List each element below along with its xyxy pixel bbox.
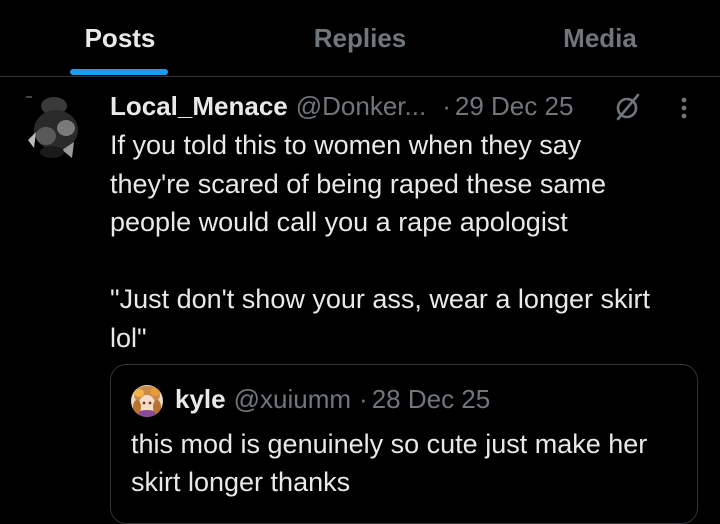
post-line: lol" xyxy=(110,322,147,353)
more-vertical-icon[interactable] xyxy=(676,96,692,124)
quoted-author-handle[interactable]: @xuiumm xyxy=(234,384,351,415)
separator-dot: · xyxy=(442,90,451,121)
quoted-avatar[interactable] xyxy=(131,385,163,417)
grok-slash-circle-icon[interactable] xyxy=(612,92,642,122)
post-line: people would call you a rape apologist xyxy=(110,207,568,237)
tab-media[interactable]: Media xyxy=(500,0,700,76)
quoted-line: skirt longer thanks xyxy=(131,467,351,497)
avatar[interactable] xyxy=(22,92,82,166)
tab-posts-label: Posts xyxy=(84,22,156,53)
avatar-image xyxy=(22,92,82,166)
separator-dot: · xyxy=(359,383,368,414)
author-handle[interactable]: @Donker... xyxy=(296,91,426,122)
quoted-post[interactable]: kyle @xuiumm · 28 Dec 25 this mod is gen… xyxy=(110,364,698,524)
tab-posts[interactable]: Posts xyxy=(20,0,220,76)
post-line: If you told this to women when they say xyxy=(110,130,582,160)
quoted-author-name[interactable]: kyle xyxy=(175,384,226,415)
post-line: "Just don't show your ass, wear a longer… xyxy=(110,284,650,314)
quoted-post-date[interactable]: 28 Dec 25 xyxy=(372,384,491,415)
author-name[interactable]: Local_Menace xyxy=(110,91,288,122)
post-line: they're scared of being raped these same xyxy=(110,168,606,199)
quoted-avatar-image xyxy=(131,385,163,417)
quoted-line: this mod is genuinely so cute just make … xyxy=(131,429,648,459)
post-text: If you told this to women when they say … xyxy=(110,126,700,357)
tab-media-label: Media xyxy=(563,22,637,53)
profile-tabs: Posts Replies Media xyxy=(0,0,720,77)
tab-replies[interactable]: Replies xyxy=(260,0,460,76)
quoted-text: this mod is genuinely so cute just make … xyxy=(131,425,691,501)
tab-replies-label: Replies xyxy=(313,22,407,53)
post-date[interactable]: 29 Dec 25 xyxy=(455,91,574,122)
quoted-header: kyle @xuiumm · 28 Dec 25 xyxy=(175,382,490,416)
active-tab-indicator xyxy=(70,69,168,75)
post-header: Local_Menace @Donker... · 29 Dec 25 xyxy=(110,89,573,123)
